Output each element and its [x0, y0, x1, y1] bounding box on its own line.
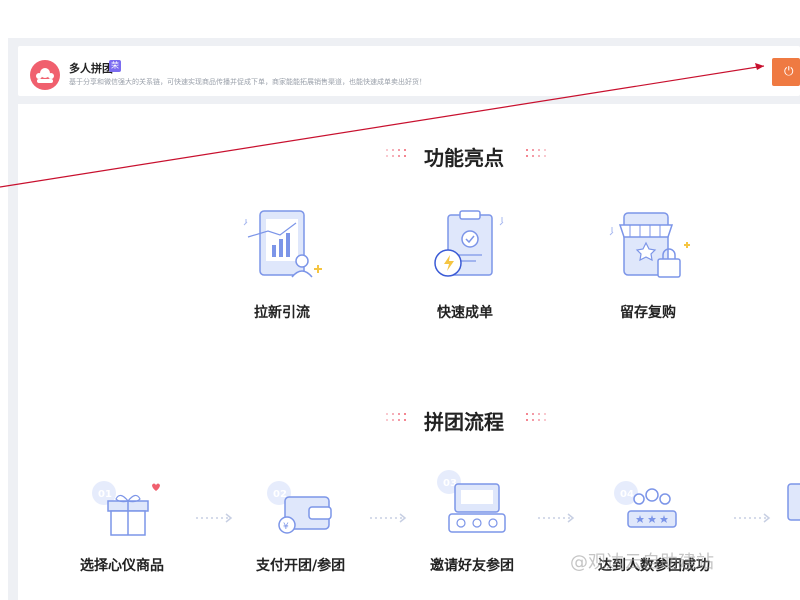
svg-text:¥: ¥: [283, 522, 289, 532]
process-title: 拼团流程: [424, 410, 504, 434]
power-button[interactable]: ⏻: [772, 58, 800, 86]
storefront-shopping-icon: [609, 212, 690, 278]
feature-label-retention: 留存复购: [620, 305, 676, 321]
feature-label-acquire: 拉新引流: [254, 305, 310, 321]
watermark: @观达云自助建站: [570, 552, 714, 573]
highlights-title: 功能亮点: [424, 146, 504, 170]
step-arrow-icon: [370, 513, 407, 523]
step-label-invite: 邀请好友参团: [430, 558, 514, 574]
wallet-payment-icon: 02 ¥: [267, 481, 332, 534]
power-icon: ⏻: [784, 64, 794, 78]
step-number: 02: [273, 489, 287, 500]
app-header-card: [18, 46, 800, 96]
step-label-select: 选择心仪商品: [80, 558, 164, 574]
step-number: 04: [620, 489, 634, 500]
clipboard-check-icon: [434, 210, 504, 277]
gift-box-icon: 01: [92, 481, 160, 536]
app-logo-icon: [30, 60, 60, 90]
step-arrow-icon: [196, 513, 233, 523]
process-dots-left-icon: [386, 413, 412, 423]
tablet-chart-user-icon: [243, 210, 322, 278]
step-label-pay: 支付开团/参团: [256, 558, 346, 574]
step-number: 01: [98, 489, 112, 500]
next-step-partial-icon: [787, 483, 800, 521]
app-description: 基于分享和微信强大的关系链，可快速实现商品传播并促成下单，商家能能拓展销售渠道，…: [69, 78, 426, 86]
app-title: 多人拼团: [69, 62, 113, 75]
step-arrow-icon: [538, 513, 575, 523]
group-users-icon: 04: [614, 481, 677, 528]
invite-screen-icon: 03: [437, 470, 506, 533]
title-dots-left-icon: [386, 149, 412, 159]
page-root: 多人拼团 荣 基于分享和微信强大的关系链，可快速实现商品传播并促成下单，商家能能…: [0, 0, 800, 600]
step-arrow-icon: [734, 513, 771, 523]
process-dots-right-icon: [526, 413, 552, 423]
title-dots-right-icon: [526, 149, 552, 159]
feature-label-fast-order: 快速成单: [437, 305, 493, 321]
app-badge: 荣: [109, 60, 121, 72]
